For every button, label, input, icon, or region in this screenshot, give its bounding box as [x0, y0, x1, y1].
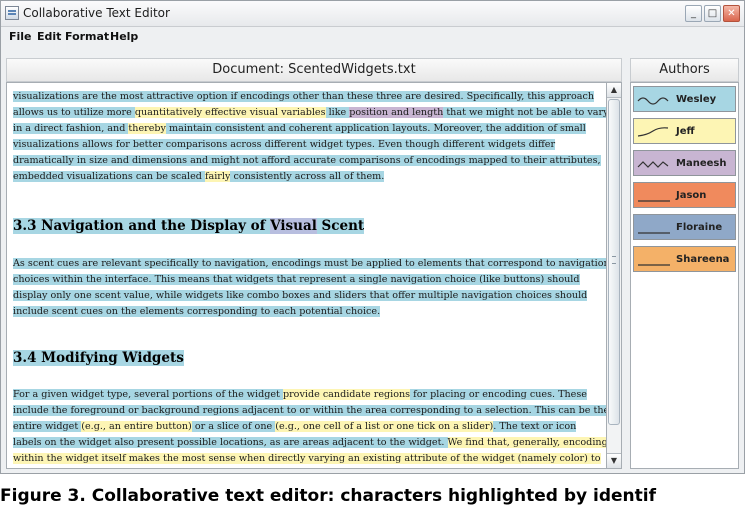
text-line: display only one scent value, while widg… — [13, 288, 603, 304]
paragraph-2: As scent cues are relevant specifically … — [13, 256, 610, 320]
text-run: . The text or icon — [493, 421, 577, 433]
document-scrollbar[interactable]: ▲ ▼ — [606, 82, 622, 469]
minimize-button[interactable]: _ — [685, 5, 702, 22]
text-line: embedded visualizations can be scaled fa… — [13, 169, 603, 185]
text-line: include the foreground or background reg… — [13, 403, 610, 419]
text-run: entire widget — [13, 421, 82, 433]
author-name: Shareena — [676, 254, 730, 265]
text-run: include scent cues on the elements corre… — [13, 306, 381, 318]
text-run: 3.3 Navigation and the Display of — [13, 218, 271, 234]
text-run: visualizations allows for better compari… — [13, 139, 556, 151]
author-shareena[interactable]: Shareena — [633, 246, 736, 272]
text-line: visualizations allows for better compari… — [13, 137, 603, 153]
window-title: Collaborative Text Editor — [23, 6, 170, 20]
author-floraine[interactable]: Floraine — [633, 214, 736, 240]
menu-file[interactable]: File — [9, 30, 32, 43]
window-controls: _ □ ✕ — [685, 5, 740, 22]
text-run: provide candidate regions — [282, 389, 411, 400]
text-run: (e.g., an entire button) — [81, 421, 192, 433]
text-run: like — [325, 107, 350, 119]
author-maneesh[interactable]: Maneesh — [633, 150, 736, 176]
text-run: in a direct fashion, and — [13, 123, 129, 135]
text-run: Scent — [316, 218, 365, 234]
close-button[interactable]: ✕ — [723, 5, 740, 22]
scroll-thumb[interactable] — [608, 99, 620, 425]
paragraph-1: visualizations are the most attractive o… — [13, 89, 609, 186]
heading-text: 3.3 Navigation and the Display of Visual… — [13, 218, 365, 234]
text-run: maintain consistent and coherent applica… — [165, 123, 586, 135]
heading-modifying-widgets: 3.4 Modifying Widgets — [13, 347, 184, 366]
text-run: for placing or encoding cues. These — [410, 389, 587, 400]
curve-swatch-icon — [637, 127, 669, 137]
paragraph-3: For a given widget type, several portion… — [13, 387, 610, 467]
text-run: thereby — [128, 123, 166, 135]
author-name: Jeff — [676, 126, 695, 137]
text-run: fairly — [204, 171, 231, 183]
line-swatch-icon — [638, 264, 670, 266]
text-run: quantitatively effective visual variable… — [134, 107, 326, 119]
text-run: position and length — [349, 107, 444, 119]
text-run: embedded visualizations can be scaled — [13, 171, 205, 183]
text-line: For a given widget type, several portion… — [13, 387, 603, 403]
text-run: 3.4 Modifying Widgets — [13, 350, 184, 366]
line-swatch-icon — [638, 200, 670, 202]
document-header: Document: ScentedWidgets.txt — [6, 58, 622, 82]
text-run: (e.g., one cell of a list or one tick on… — [275, 421, 494, 433]
menu-format[interactable]: Format — [65, 30, 109, 43]
text-line: dramatically in size and dimensions and … — [13, 153, 603, 169]
text-run: allows us to utilize more — [13, 107, 135, 119]
app-icon — [5, 6, 19, 20]
text-line: in a direct fashion, and thereby maintai… — [13, 121, 603, 137]
title-bar: Collaborative Text Editor _ □ ✕ — [1, 1, 744, 27]
zigzag-swatch-icon — [637, 161, 669, 168]
text-line: As scent cues are relevant specifically … — [13, 256, 610, 272]
text-line: labels on the widget also present possib… — [13, 435, 608, 451]
text-run: Visual — [270, 218, 317, 234]
text-line: visualizations are the most attractive o… — [13, 89, 603, 105]
authors-header: Authors — [630, 58, 739, 82]
menu-help[interactable]: Help — [110, 30, 138, 43]
text-run: visualizations are the most attractive o… — [13, 91, 595, 102]
text-run: include the foreground or background reg… — [13, 405, 610, 417]
author-name: Wesley — [676, 94, 717, 105]
text-line: choices within the interface. This means… — [13, 272, 603, 288]
wave-swatch-icon — [637, 97, 669, 105]
author-jason[interactable]: Jason — [633, 182, 736, 208]
text-run: We find that, generally, encoding — [447, 437, 608, 449]
text-line: include scent cues on the elements corre… — [13, 304, 603, 320]
text-run: within the widget itself makes the most … — [13, 453, 601, 465]
text-run: that we might not be able to vary — [443, 107, 609, 119]
text-run: or a slice of one — [191, 421, 276, 433]
figure-caption: Figure 3. Collaborative text editor: cha… — [0, 486, 656, 506]
text-line: entire widget (e.g., an entire button) o… — [13, 419, 603, 435]
scroll-down-icon[interactable]: ▼ — [607, 453, 621, 468]
text-run: dramatically in size and dimensions and … — [13, 155, 601, 167]
text-line: allows us to utilize more quantitatively… — [13, 105, 609, 121]
heading-text: 3.4 Modifying Widgets — [13, 350, 184, 366]
line-swatch-icon — [638, 232, 670, 234]
authors-panel: Wesley Jeff Maneesh Jason Floraine Shareena — [630, 82, 739, 469]
text-run: display only one scent value, while widg… — [13, 290, 588, 302]
text-run: For a given widget type, several portion… — [13, 389, 283, 400]
text-run: As scent cues are relevant specifically … — [13, 258, 610, 269]
author-name: Maneesh — [676, 158, 727, 169]
menu-edit[interactable]: Edit — [37, 30, 61, 43]
menu-bar: File Edit Format Help — [1, 27, 744, 47]
document-text-area[interactable]: visualizations are the most attractive o… — [6, 82, 622, 469]
text-run: choices within the interface. This means… — [13, 274, 580, 286]
author-wesley[interactable]: Wesley — [633, 86, 736, 112]
author-jeff[interactable]: Jeff — [633, 118, 736, 144]
maximize-button[interactable]: □ — [704, 5, 721, 22]
author-name: Jason — [676, 190, 707, 201]
heading-navigation: 3.3 Navigation and the Display of Visual… — [13, 215, 365, 234]
author-name: Floraine — [676, 222, 723, 233]
scroll-up-icon[interactable]: ▲ — [607, 83, 621, 98]
text-run: consistently across all of them. — [230, 171, 385, 183]
text-run: labels on the widget also present possib… — [13, 437, 448, 449]
text-line: within the widget itself makes the most … — [13, 451, 603, 467]
